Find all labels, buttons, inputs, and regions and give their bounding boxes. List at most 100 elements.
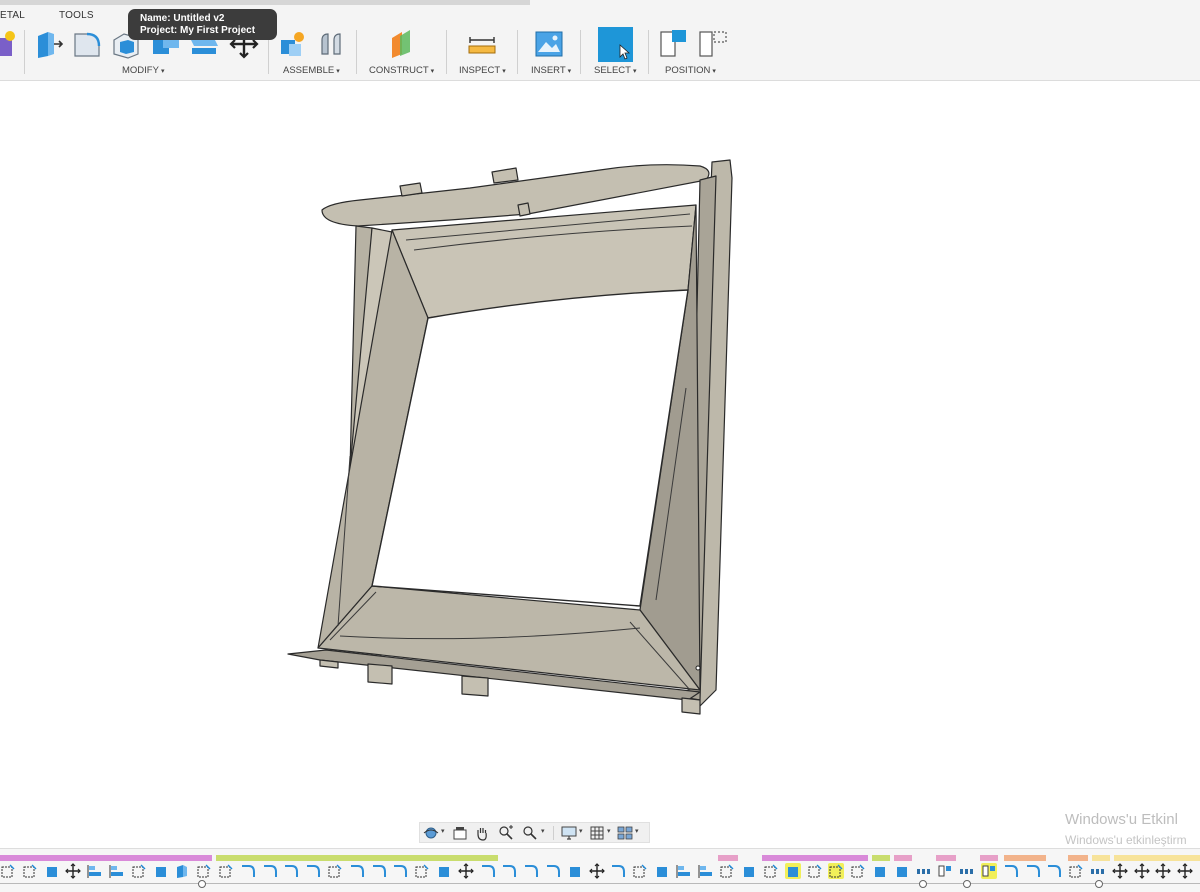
zoom-window-icon[interactable] [498,825,514,841]
joint-icon[interactable] [316,28,348,60]
timeline-group-toggle[interactable] [919,880,927,888]
timeline-feature-fillet-icon[interactable] [283,863,299,879]
zoom-icon[interactable] [522,825,538,841]
select-icon[interactable] [598,27,633,62]
viewports-icon[interactable] [617,825,633,841]
timeline-feature-sketch-icon[interactable] [828,863,845,879]
timeline-feature-sketch-icon[interactable] [1068,863,1084,879]
timeline-feature-pattern-icon[interactable] [959,863,975,879]
timeline-feature-fillet-icon[interactable] [1003,863,1019,879]
timeline-feature-body-icon[interactable] [153,863,169,879]
insert-image-icon[interactable] [533,28,565,60]
canvas-viewport[interactable] [0,81,1200,846]
timeline-feature-sketch-icon[interactable] [763,863,779,879]
timeline-feature-body-icon[interactable] [894,863,910,879]
timeline-group-bar[interactable] [936,855,956,861]
timeline-feature-fillet-icon[interactable] [1025,863,1041,879]
timeline-feature-move-icon[interactable] [1155,863,1172,879]
timeline-feature-mirror-icon[interactable] [981,863,997,879]
timeline-feature-move-icon[interactable] [1177,863,1194,879]
timeline-group-bar[interactable] [1004,855,1046,861]
timeline-feature-align-icon[interactable] [676,863,692,879]
group-inspect[interactable]: INSPECT ▾ [459,65,506,76]
timeline-feature-sketch-icon[interactable] [0,863,16,879]
timeline-feature-press-pull-icon[interactable] [174,863,190,879]
timeline-group-bar[interactable] [0,855,212,861]
group-construct[interactable]: CONSTRUCT ▾ [369,65,434,76]
timeline-feature-fillet-icon[interactable] [523,863,539,879]
chevron-down-icon[interactable]: ▾ [441,827,445,835]
timeline-feature-sketch-icon[interactable] [414,863,430,879]
timeline-group-bar[interactable] [1114,855,1200,861]
design-timeline[interactable] [0,848,1200,892]
timeline-feature-move-icon[interactable] [457,863,474,879]
timeline-feature-fillet-icon[interactable] [305,863,321,879]
capture-position-icon[interactable] [658,28,690,60]
orbit-icon[interactable] [423,825,439,841]
measure-icon[interactable] [466,28,498,60]
timeline-feature-body-icon[interactable] [872,863,888,879]
timeline-feature-sketch-icon[interactable] [218,863,234,879]
timeline-group-bar[interactable] [894,855,912,861]
group-assemble[interactable]: ASSEMBLE ▾ [283,65,340,76]
timeline-feature-move-icon[interactable] [588,863,605,879]
group-insert[interactable]: INSERT ▾ [531,65,571,76]
timeline-feature-body-icon[interactable] [436,863,452,879]
pan-icon[interactable] [474,825,490,841]
timeline-group-bar[interactable] [216,855,498,861]
revert-position-icon[interactable] [697,28,729,60]
timeline-feature-body-icon[interactable] [741,863,757,879]
timeline-feature-sketch-icon[interactable] [327,863,343,879]
timeline-feature-body-icon[interactable] [784,863,801,879]
sheet-metal-frame-model[interactable] [0,81,1200,846]
timeline-feature-mirror-icon[interactable] [937,863,953,879]
chevron-down-icon[interactable]: ▾ [579,827,583,835]
offset-plane-icon[interactable] [386,28,418,60]
timeline-group-bar[interactable] [980,855,998,861]
timeline-feature-fillet-icon[interactable] [371,863,387,879]
timeline-feature-sketch-icon[interactable] [22,863,38,879]
timeline-feature-fillet-icon[interactable] [392,863,408,879]
chevron-down-icon[interactable]: ▾ [541,827,545,835]
grid-icon[interactable] [589,825,605,841]
timeline-group-bar[interactable] [762,855,868,861]
timeline-feature-fillet-icon[interactable] [501,863,517,879]
timeline-group-bar[interactable] [872,855,890,861]
new-component-icon[interactable] [277,28,309,60]
timeline-feature-align-icon[interactable] [109,863,125,879]
timeline-feature-body-icon[interactable] [44,863,60,879]
timeline-group-toggle[interactable] [1095,880,1103,888]
timeline-feature-align-icon[interactable] [87,863,103,879]
timeline-feature-move-icon[interactable] [1133,863,1150,879]
timeline-feature-body-icon[interactable] [567,863,583,879]
timeline-group-bar[interactable] [1092,855,1110,861]
timeline-group-bar[interactable] [718,855,738,861]
timeline-feature-pattern-icon[interactable] [1090,863,1106,879]
group-modify[interactable]: MODIFY ▾ [122,65,164,76]
timeline-feature-sketch-icon[interactable] [719,863,735,879]
timeline-group-toggle[interactable] [963,880,971,888]
press-pull-icon[interactable] [32,28,64,60]
timeline-feature-body-icon[interactable] [654,863,670,879]
timeline-feature-move-icon[interactable] [1111,863,1128,879]
timeline-feature-align-icon[interactable] [698,863,714,879]
display-settings-icon[interactable] [561,825,577,841]
timeline-group-bar[interactable] [1068,855,1088,861]
timeline-feature-sketch-icon[interactable] [196,863,212,879]
timeline-group-toggle[interactable] [198,880,206,888]
tab-sheet-metal[interactable]: ETAL [0,10,25,21]
timeline-feature-fillet-icon[interactable] [1046,863,1062,879]
chevron-down-icon[interactable]: ▾ [607,827,611,835]
timeline-feature-sketch-icon[interactable] [807,863,823,879]
tab-tools[interactable]: TOOLS [59,10,94,21]
timeline-feature-fillet-icon[interactable] [240,863,256,879]
look-at-icon[interactable] [452,825,468,841]
timeline-feature-fillet-icon[interactable] [545,863,561,879]
create-sketch-icon[interactable] [0,28,18,60]
timeline-feature-sketch-icon[interactable] [632,863,648,879]
fillet-icon[interactable] [71,28,103,60]
timeline-feature-fillet-icon[interactable] [480,863,496,879]
timeline-feature-fillet-icon[interactable] [610,863,626,879]
timeline-feature-pattern-icon[interactable] [916,863,932,879]
group-position[interactable]: POSITION ▾ [665,65,716,76]
